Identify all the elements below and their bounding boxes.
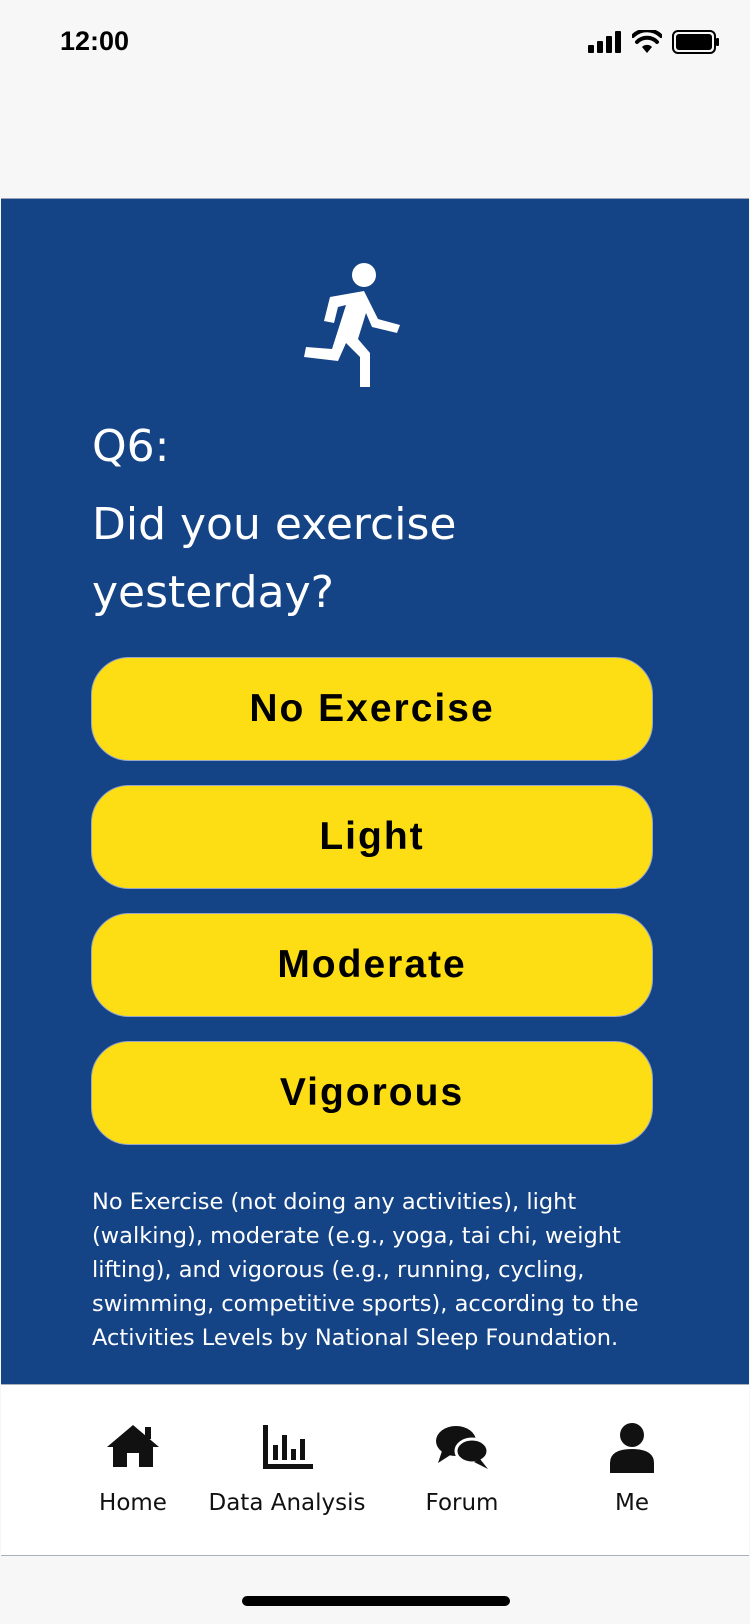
tab-me-label: Me: [615, 1490, 649, 1516]
user-icon: [610, 1423, 654, 1473]
tab-data-analysis[interactable]: Data Analysis: [205, 1385, 369, 1555]
option-vigorous-button[interactable]: Vigorous: [91, 1041, 653, 1145]
tab-home[interactable]: Home: [61, 1385, 205, 1555]
chat-bubbles-icon: [436, 1426, 490, 1469]
tab-me[interactable]: Me: [561, 1385, 703, 1555]
question-text: Did you exercise yesterday?: [92, 499, 457, 618]
battery-icon: [672, 30, 719, 54]
bottom-tab-bar: Home Data Analysis Forum Me: [1, 1384, 749, 1556]
activity-levels-note: No Exercise (not doing any activities), …: [92, 1189, 639, 1351]
option-moderate-button[interactable]: Moderate: [91, 913, 653, 1017]
tab-home-label: Home: [99, 1490, 167, 1516]
tab-data-analysis-label: Data Analysis: [208, 1490, 366, 1516]
wifi-icon: [632, 30, 662, 53]
tab-forum[interactable]: Forum: [383, 1385, 541, 1555]
status-time: 12:00: [60, 26, 130, 56]
tab-forum-label: Forum: [425, 1490, 499, 1516]
question-number: Q6:: [92, 421, 170, 472]
running-person-icon: [304, 263, 400, 387]
option-light-button[interactable]: Light: [91, 785, 653, 889]
home-indicator[interactable]: [242, 1596, 510, 1606]
option-no-exercise-button[interactable]: No Exercise: [91, 657, 653, 761]
status-bar: 12:00: [0, 0, 750, 90]
bar-chart-icon: [263, 1425, 313, 1469]
signal-icon: [588, 31, 621, 53]
status-icons: [588, 30, 720, 54]
home-icon: [107, 1425, 159, 1467]
question-panel: Q6: Did you exercise yesterday? No Exerc…: [1, 198, 749, 1384]
